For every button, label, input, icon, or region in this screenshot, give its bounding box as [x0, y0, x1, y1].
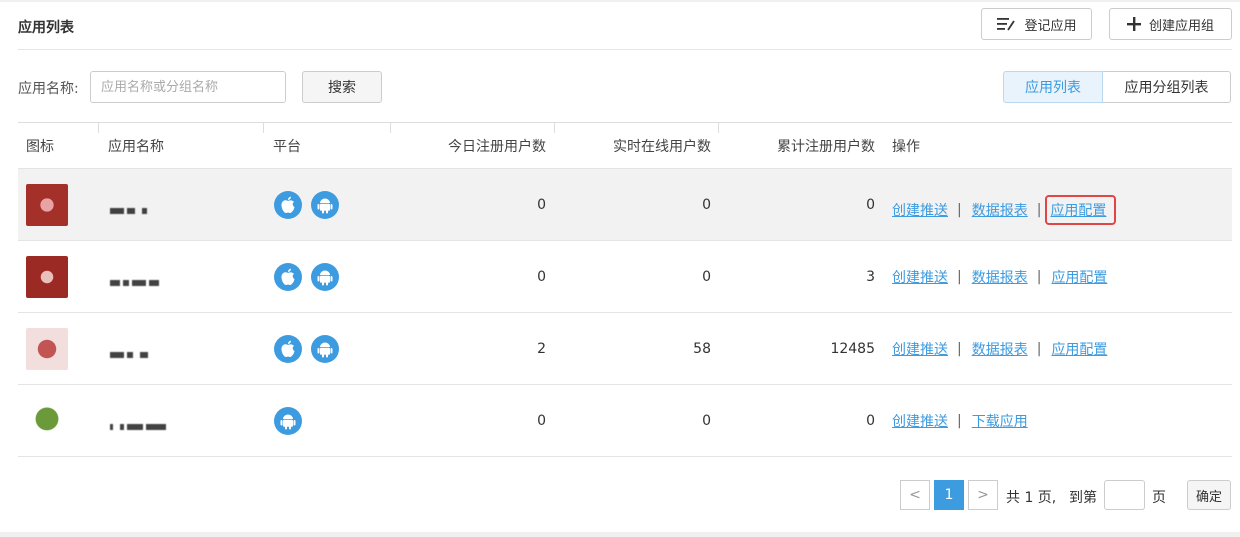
total-registered-value: 12485	[830, 341, 875, 357]
action-separator: |	[1036, 269, 1042, 285]
realtime-online-value: 58	[693, 341, 711, 357]
today-registered-value: 2	[537, 341, 546, 357]
today-registered-value: 0	[537, 197, 546, 213]
search-button[interactable]: 搜索	[302, 71, 382, 103]
app-name-filter-label: 应用名称:	[18, 81, 79, 97]
realtime-online-value: 0	[702, 269, 711, 285]
register-app-label: 登记应用	[1024, 18, 1077, 34]
next-page-button[interactable]: >	[968, 480, 998, 510]
download-app-link[interactable]: 下载应用	[972, 411, 1028, 431]
app-name-search-input[interactable]	[90, 71, 286, 103]
column-divider	[718, 123, 719, 133]
android-icon	[311, 191, 339, 219]
page-unit-label: 页	[1152, 490, 1166, 506]
goto-page-input[interactable]	[1104, 480, 1145, 510]
action-separator: |	[1036, 341, 1042, 357]
column-divider	[554, 123, 555, 133]
create-push-link[interactable]: 创建推送	[892, 267, 948, 287]
data-report-link[interactable]: 数据报表	[972, 267, 1028, 287]
total-registered-value: 0	[866, 197, 875, 213]
column-header-total-registered: 累计注册用户数	[777, 139, 875, 155]
create-push-link[interactable]: 创建推送	[892, 411, 948, 431]
today-registered-value: 0	[537, 269, 546, 285]
column-divider	[98, 123, 99, 133]
create-app-group-button[interactable]: 创建应用组	[1109, 8, 1232, 40]
table-row: 0 0 3 创建推送 | 数据报表 | 应用配置	[18, 241, 1232, 313]
platform-icons	[274, 191, 339, 219]
app-name-redacted	[110, 202, 150, 214]
action-separator: |	[957, 202, 962, 218]
android-icon	[311, 335, 339, 363]
register-app-button[interactable]: 登记应用	[981, 8, 1092, 40]
create-app-group-label: 创建应用组	[1148, 18, 1214, 34]
create-push-link[interactable]: 创建推送	[892, 200, 948, 220]
tab-app-group-list[interactable]: 应用分组列表	[1103, 71, 1231, 103]
app-config-link[interactable]: 应用配置	[1045, 195, 1117, 225]
tab-app-list[interactable]: 应用列表	[1003, 71, 1103, 103]
column-header-platform: 平台	[273, 139, 301, 155]
realtime-online-value: 0	[702, 197, 711, 213]
realtime-online-value: 0	[702, 413, 711, 429]
app-name-redacted	[110, 418, 169, 430]
column-header-icon: 图标	[26, 139, 54, 155]
column-header-actions: 操作	[892, 139, 920, 155]
platform-icons	[274, 335, 339, 363]
platform-icons	[274, 407, 302, 435]
app-icon	[26, 184, 68, 226]
row-actions: 创建推送 | 数据报表 | 应用配置	[892, 267, 1107, 287]
action-separator: |	[957, 413, 962, 429]
ios-icon	[274, 191, 302, 219]
total-registered-value: 3	[866, 269, 875, 285]
app-list-card: 应用列表 登记应用 创建应用组 应用名称: 搜索	[0, 2, 1240, 532]
page-title: 应用列表	[18, 20, 74, 36]
today-registered-value: 0	[537, 413, 546, 429]
page-1-button[interactable]: 1	[934, 480, 964, 510]
plus-icon	[1126, 17, 1141, 31]
action-separator: |	[1036, 202, 1042, 218]
column-divider	[263, 123, 264, 133]
ios-icon	[274, 263, 302, 291]
card-header: 应用列表 登记应用 创建应用组	[18, 2, 1232, 50]
action-separator: |	[957, 341, 962, 357]
pagination: < 1 > 共 1 页, 到第 页 确定	[0, 480, 1240, 512]
create-push-link[interactable]: 创建推送	[892, 339, 948, 359]
table-row: 2 58 12485 创建推送 | 数据报表 | 应用配置	[18, 313, 1232, 385]
row-actions: 创建推送 | 下载应用	[892, 411, 1028, 431]
android-icon	[274, 407, 302, 435]
app-name-redacted	[110, 346, 151, 358]
total-pages-text: 共 1 页,	[1006, 490, 1057, 506]
goto-confirm-button[interactable]: 确定	[1187, 480, 1231, 510]
column-header-today-registered: 今日注册用户数	[448, 139, 546, 155]
ios-icon	[274, 335, 302, 363]
app-icon	[26, 256, 68, 298]
view-toggle: 应用列表 应用分组列表	[1003, 71, 1231, 103]
table-row: 0 0 0 创建推送 | 下载应用	[18, 385, 1232, 457]
column-header-app-name: 应用名称	[108, 139, 164, 155]
row-actions: 创建推送 | 数据报表 | 应用配置	[892, 195, 1117, 225]
app-name-redacted	[110, 274, 162, 286]
prev-page-button[interactable]: <	[900, 480, 930, 510]
app-config-link[interactable]: 应用配置	[1051, 339, 1107, 359]
android-icon	[311, 263, 339, 291]
table-row: 0 0 0 创建推送 | 数据报表 | 应用配置	[18, 169, 1232, 241]
app-icon	[26, 400, 68, 442]
register-icon	[996, 16, 1016, 32]
app-icon	[26, 328, 68, 370]
action-separator: |	[957, 269, 962, 285]
app-table: 图标 应用名称 平台 今日注册用户数 实时在线用户数 累计注册用户数 操作 0 …	[18, 122, 1232, 457]
data-report-link[interactable]: 数据报表	[972, 200, 1028, 220]
app-config-link[interactable]: 应用配置	[1051, 267, 1107, 287]
column-header-realtime-online: 实时在线用户数	[613, 139, 711, 155]
data-report-link[interactable]: 数据报表	[972, 339, 1028, 359]
total-registered-value: 0	[866, 413, 875, 429]
goto-label: 到第	[1069, 490, 1097, 506]
row-actions: 创建推送 | 数据报表 | 应用配置	[892, 339, 1107, 359]
column-divider	[390, 123, 391, 133]
platform-icons	[274, 263, 339, 291]
table-header: 图标 应用名称 平台 今日注册用户数 实时在线用户数 累计注册用户数 操作	[18, 122, 1232, 169]
